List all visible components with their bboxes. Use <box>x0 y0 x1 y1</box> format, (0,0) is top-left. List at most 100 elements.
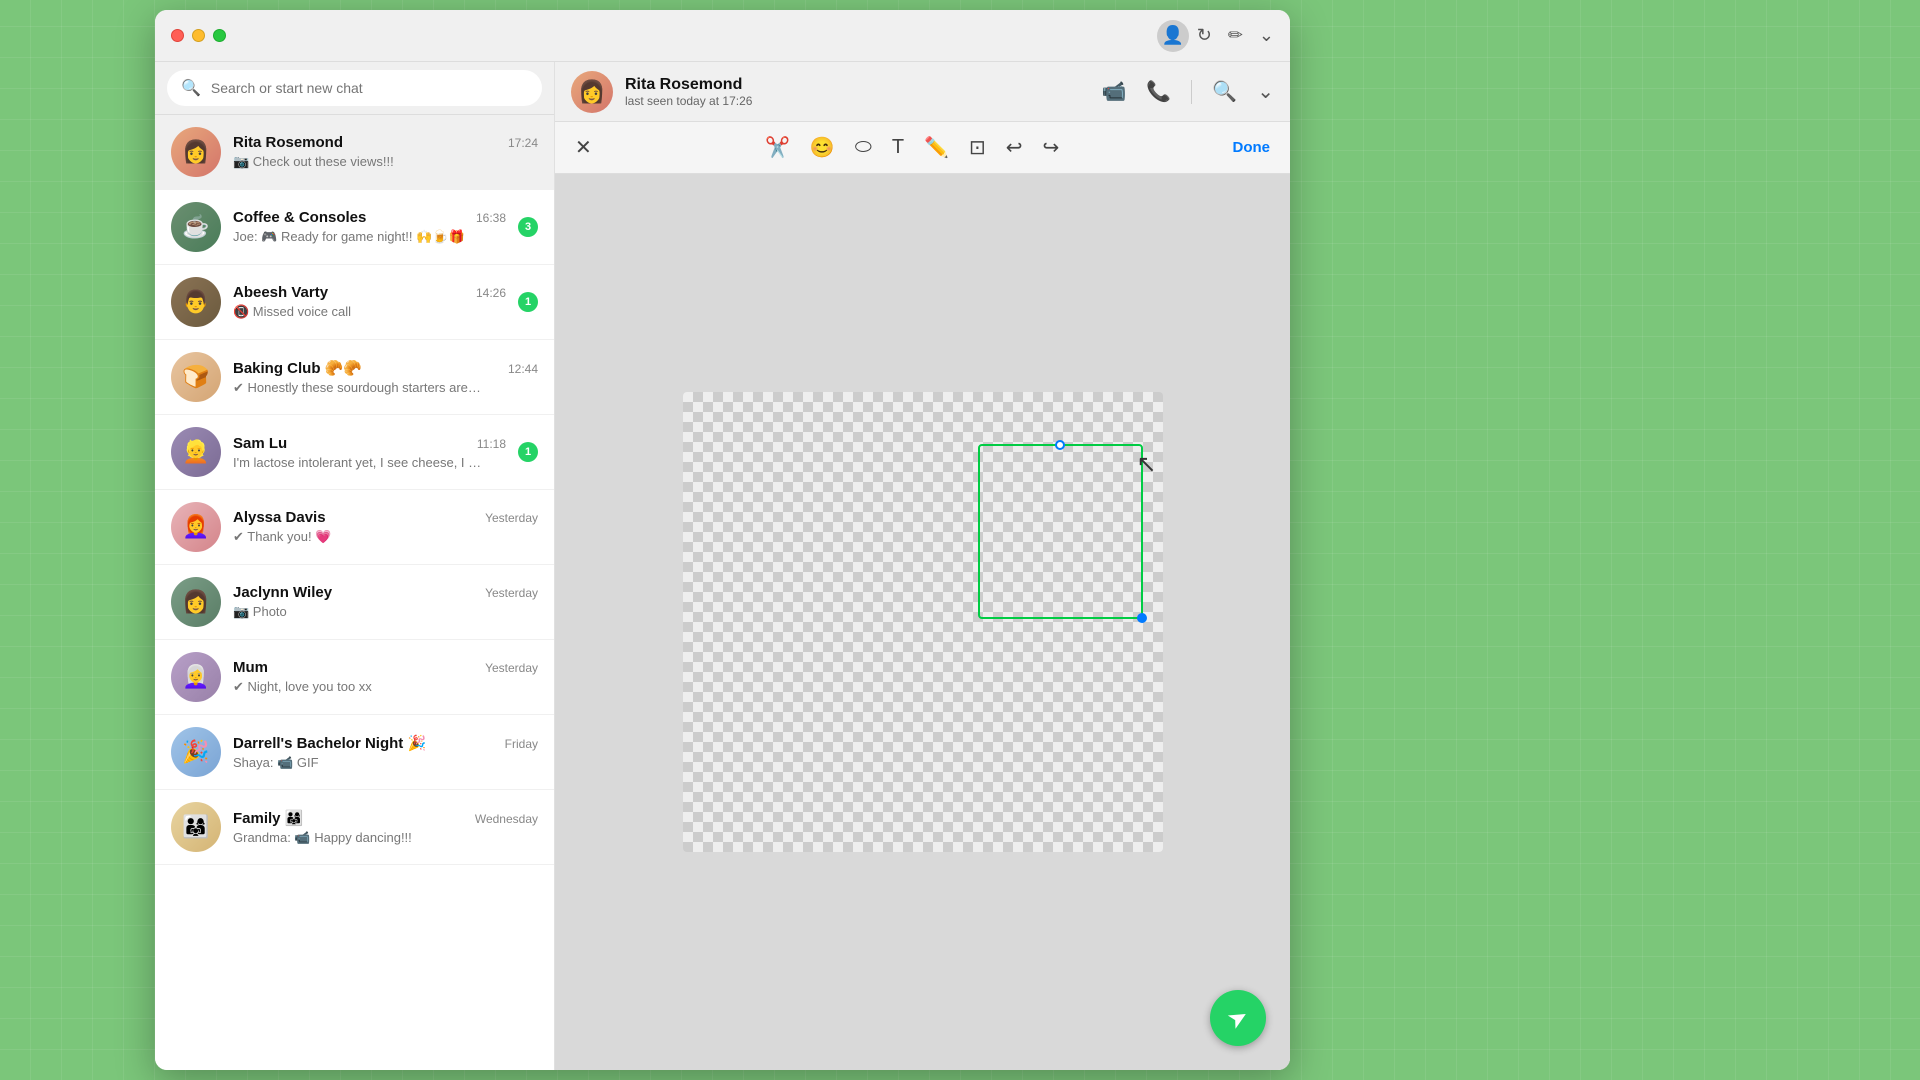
chat-preview-rita: 📷 Check out these views!!! <box>233 154 483 170</box>
avatar-baking: 🍞 <box>171 352 221 402</box>
chat-info-jaclynn: Jaclynn Wiley Yesterday 📷 Photo <box>233 584 538 620</box>
refresh-icon[interactable]: ↻ <box>1197 25 1212 46</box>
chat-item-sam[interactable]: 👱 Sam Lu 11:18 I'm lactose intolerant ye… <box>155 415 554 490</box>
chat-info-mum: Mum Yesterday ✔ Night, love you too xx <box>233 659 538 695</box>
chat-info-darrell: Darrell's Bachelor Night 🎉 Friday Shaya:… <box>233 734 538 771</box>
chat-info-sam: Sam Lu 11:18 I'm lactose intolerant yet,… <box>233 435 506 470</box>
app-window: 👤 ↻ ✏ ⌄ 🔍 👩 <box>155 10 1290 1070</box>
crop-tool-button[interactable]: ⊡ <box>969 135 986 160</box>
chat-header-actions: 📹 📞 🔍 ⌄ <box>1102 79 1274 104</box>
sidebar: 🔍 👩 Rita Rosemond 17:24 📷 Check out thes… <box>155 62 555 1070</box>
chat-item-darrell[interactable]: 🎉 Darrell's Bachelor Night 🎉 Friday Shay… <box>155 715 554 790</box>
minimize-window-button[interactable] <box>192 29 205 42</box>
chat-time-coffee: 16:38 <box>476 211 506 225</box>
chat-name-coffee: Coffee & Consoles <box>233 209 366 226</box>
chat-name-rita: Rita Rosemond <box>233 134 343 151</box>
close-window-button[interactable] <box>171 29 184 42</box>
avatar-jaclynn: 👩 <box>171 577 221 627</box>
chat-info-family: Family 👨‍👩‍👧 Wednesday Grandma: 📹 Happy … <box>233 809 538 846</box>
chat-header-name: Rita Rosemond <box>625 76 1090 94</box>
cursor-arrow: ↖ <box>1136 450 1156 479</box>
badge-coffee: 3 <box>518 217 538 237</box>
chat-time-mum: Yesterday <box>485 661 538 675</box>
chat-preview-mum: ✔ Night, love you too xx <box>233 679 483 695</box>
chat-preview-family: Grandma: 📹 Happy dancing!!! <box>233 830 483 846</box>
header-divider <box>1191 80 1192 104</box>
editor-close-button[interactable]: ✕ <box>575 135 592 160</box>
transparent-background <box>683 392 1163 852</box>
scissors-tool-button[interactable]: ✂️ <box>765 135 790 160</box>
chat-name-baking: Baking Club 🥐🥐 <box>233 359 362 377</box>
chat-item-coffee[interactable]: ☕ Coffee & Consoles 16:38 Joe: 🎮 Ready f… <box>155 190 554 265</box>
chat-item-baking[interactable]: 🍞 Baking Club 🥐🥐 12:44 ✔ Honestly these … <box>155 340 554 415</box>
avatar-coffee: ☕ <box>171 202 221 252</box>
voice-call-icon[interactable]: 📞 <box>1146 79 1171 104</box>
chat-item-alyssa[interactable]: 👩‍🦰 Alyssa Davis Yesterday ✔ Thank you! … <box>155 490 554 565</box>
more-options-icon[interactable]: ⌄ <box>1257 79 1274 104</box>
chat-info-abeesh: Abeesh Varty 14:26 📵 Missed voice call <box>233 284 506 320</box>
chat-name-mum: Mum <box>233 659 268 676</box>
chat-name-alyssa: Alyssa Davis <box>233 509 326 526</box>
avatar-abeesh: 👨 <box>171 277 221 327</box>
chat-info-rita: Rita Rosemond 17:24 📷 Check out these vi… <box>233 134 538 170</box>
chat-preview-jaclynn: 📷 Photo <box>233 604 483 620</box>
search-chat-icon[interactable]: 🔍 <box>1212 79 1237 104</box>
badge-sam: 1 <box>518 442 538 462</box>
chat-preview-darrell: Shaya: 📹 GIF <box>233 755 483 771</box>
title-bar: 👤 ↻ ✏ ⌄ <box>155 10 1290 62</box>
chat-preview-abeesh: 📵 Missed voice call <box>233 304 483 320</box>
pencil-tool-button[interactable]: ✏️ <box>924 135 949 160</box>
chat-time-rita: 17:24 <box>508 136 538 150</box>
chat-name-sam: Sam Lu <box>233 435 287 452</box>
search-input[interactable] <box>211 80 528 96</box>
search-input-wrapper[interactable]: 🔍 <box>167 70 542 106</box>
emoji-tool-button[interactable]: 😊 <box>810 135 835 160</box>
chat-time-abeesh: 14:26 <box>476 286 506 300</box>
text-tool-button[interactable]: T <box>892 136 904 159</box>
chat-preview-coffee: Joe: 🎮 Ready for game night!! 🙌🍺🎁 <box>233 229 483 245</box>
user-avatar-titlebar[interactable]: 👤 <box>1157 20 1189 52</box>
chat-name-darrell: Darrell's Bachelor Night 🎉 <box>233 734 426 752</box>
editor-toolbar: ✕ ✂️ 😊 ⬭ T ✏️ ⊡ ↩ ↪ Done <box>555 122 1290 174</box>
chat-name-abeesh: Abeesh Varty <box>233 284 328 301</box>
image-editor-container: Life is Ruff <box>683 392 1163 852</box>
search-bar-container: 🔍 <box>155 62 554 115</box>
chat-item-rita[interactable]: 👩 Rita Rosemond 17:24 📷 Check out these … <box>155 115 554 190</box>
avatar-sam: 👱 <box>171 427 221 477</box>
traffic-lights <box>171 29 226 42</box>
mask-tool-button[interactable]: ⬭ <box>855 136 872 159</box>
video-call-icon[interactable]: 📹 <box>1102 79 1127 104</box>
chat-header-info: Rita Rosemond last seen today at 17:26 <box>625 76 1090 108</box>
avatar-darrell: 🎉 <box>171 727 221 777</box>
chat-item-family[interactable]: 👨‍👩‍👧 Family 👨‍👩‍👧 Wednesday Grandma: 📹 … <box>155 790 554 865</box>
chat-item-mum[interactable]: 👩‍🦳 Mum Yesterday ✔ Night, love you too … <box>155 640 554 715</box>
chat-item-jaclynn[interactable]: 👩 Jaclynn Wiley Yesterday 📷 Photo <box>155 565 554 640</box>
editor-done-button[interactable]: Done <box>1233 139 1271 156</box>
dropdown-icon[interactable]: ⌄ <box>1259 25 1274 46</box>
chat-time-jaclynn: Yesterday <box>485 586 538 600</box>
chat-name-family: Family 👨‍👩‍👧 <box>233 809 303 827</box>
chat-preview-baking: ✔ Honestly these sourdough starters are … <box>233 380 483 396</box>
send-button[interactable]: ➤ <box>1210 990 1266 1046</box>
undo-button[interactable]: ↩ <box>1006 135 1023 160</box>
redo-button[interactable]: ↪ <box>1043 135 1060 160</box>
chat-list: 👩 Rita Rosemond 17:24 📷 Check out these … <box>155 115 554 1070</box>
chat-item-abeesh[interactable]: 👨 Abeesh Varty 14:26 📵 Missed voice call… <box>155 265 554 340</box>
badge-abeesh: 1 <box>518 292 538 312</box>
search-icon: 🔍 <box>181 78 201 98</box>
maximize-window-button[interactable] <box>213 29 226 42</box>
avatar-rita: 👩 <box>171 127 221 177</box>
chat-time-baking: 12:44 <box>508 362 538 376</box>
avatar-family: 👨‍👩‍👧 <box>171 802 221 852</box>
chat-info-alyssa: Alyssa Davis Yesterday ✔ Thank you! 💗 <box>233 509 538 545</box>
chat-preview-sam: I'm lactose intolerant yet, I see cheese… <box>233 455 483 470</box>
canvas-area: Life is Ruff <box>555 174 1290 1070</box>
chat-header: 👩 Rita Rosemond last seen today at 17:26… <box>555 62 1290 122</box>
avatar-mum: 👩‍🦳 <box>171 652 221 702</box>
chat-time-sam: 11:18 <box>477 437 506 451</box>
compose-icon[interactable]: ✏ <box>1228 25 1243 46</box>
chat-header-avatar: 👩 <box>571 71 613 113</box>
send-icon: ➤ <box>1222 1000 1254 1035</box>
chat-info-coffee: Coffee & Consoles 16:38 Joe: 🎮 Ready for… <box>233 209 506 245</box>
titlebar-actions: ↻ ✏ ⌄ <box>1197 25 1274 46</box>
